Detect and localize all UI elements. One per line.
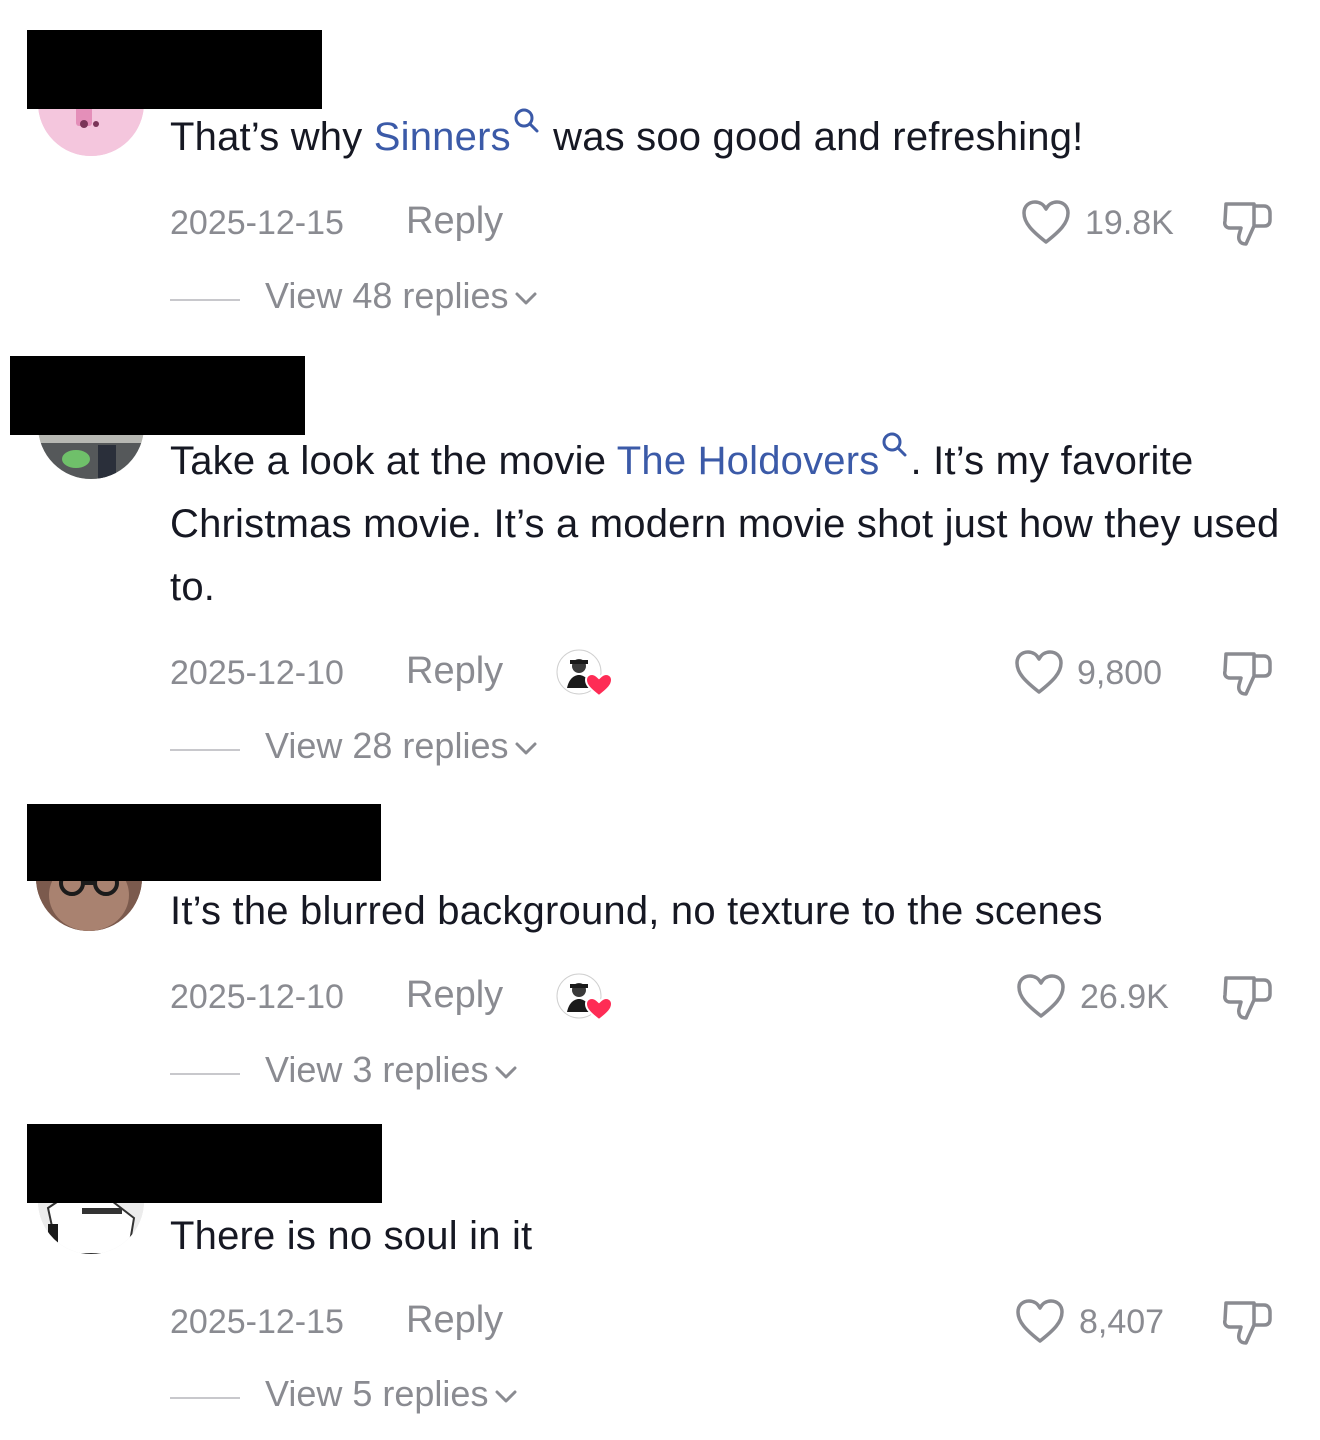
like-count: 26.9K — [1080, 978, 1169, 1016]
comment-text: It’s the blurred background, no texture … — [170, 880, 1295, 943]
view-replies-button[interactable]: View 5 replies — [265, 1373, 518, 1415]
comment-meta: 2025-12-10 Reply 9,800 — [170, 648, 1280, 698]
comment-text-before: There is no soul in it — [170, 1214, 533, 1258]
view-replies[interactable]: View 5 replies — [170, 1373, 770, 1421]
view-replies[interactable]: View 28 replies — [170, 725, 770, 773]
view-replies-label[interactable]: View 3 replies — [265, 1049, 488, 1090]
heart-outline-icon[interactable] — [1014, 1297, 1066, 1345]
reply-button[interactable]: Reply — [406, 974, 503, 1017]
comment-text: Take a look at the movie The Holdovers. … — [170, 430, 1295, 619]
comment-text-after: was soo good and refreshing! — [541, 115, 1084, 159]
comment-date: 2025-12-10 — [170, 654, 344, 692]
heart-outline-icon[interactable] — [1013, 648, 1065, 696]
view-replies-button[interactable]: View 3 replies — [265, 1049, 518, 1091]
reply-button[interactable]: Reply — [406, 650, 503, 693]
like-count: 9,800 — [1077, 654, 1163, 692]
thumbs-down-outline-icon[interactable] — [1220, 1297, 1274, 1349]
link-label[interactable]: The Holdovers — [617, 439, 880, 483]
comment-meta: 2025-12-10 Reply 26.9K — [170, 972, 1280, 1022]
redacted-username — [27, 30, 322, 109]
thumbs-down-outline-icon[interactable] — [1220, 972, 1274, 1024]
comment-text-before: Take a look at the movie — [170, 439, 617, 483]
heart-outline-icon[interactable] — [1020, 198, 1072, 246]
like-count: 19.8K — [1085, 204, 1174, 242]
view-replies-button[interactable]: View 28 replies — [265, 725, 538, 767]
creator-liked-avatar-icon — [556, 649, 614, 698]
comment-text-before: It’s the blurred background, no texture … — [170, 889, 1103, 933]
comment-text-before: That’s why — [170, 115, 374, 159]
comment-item: It’s the blurred background, no texture … — [0, 800, 1320, 1120]
comment-item: Take a look at the movie The Holdovers. … — [0, 340, 1320, 800]
heart-outline-icon[interactable] — [1015, 972, 1067, 1020]
redacted-username — [27, 1124, 382, 1203]
chevron-down-icon — [515, 292, 537, 305]
replies-divider — [170, 749, 240, 751]
replies-divider — [170, 299, 240, 301]
thumbs-down-outline-icon[interactable] — [1220, 198, 1274, 250]
view-replies-button[interactable]: View 48 replies — [265, 275, 538, 317]
view-replies-label[interactable]: View 28 replies — [265, 725, 508, 766]
comment-date: 2025-12-10 — [170, 978, 344, 1016]
replies-divider — [170, 1397, 240, 1399]
comment-meta: 2025-12-15 Reply 8,407 — [170, 1297, 1280, 1345]
comment-search-link[interactable]: Sinners — [374, 108, 542, 159]
view-replies-label[interactable]: View 48 replies — [265, 275, 508, 316]
replies-divider — [170, 1073, 240, 1075]
comment-search-link[interactable]: The Holdovers — [617, 432, 911, 483]
comment-text: That’s why Sinners was soo good and refr… — [170, 106, 1295, 169]
view-replies[interactable]: View 48 replies — [170, 275, 770, 323]
redacted-username — [27, 804, 381, 881]
comment-item: That’s why Sinners was soo good and refr… — [0, 0, 1320, 340]
view-replies-label[interactable]: View 5 replies — [265, 1373, 488, 1414]
chevron-down-icon — [515, 742, 537, 755]
chevron-down-icon — [495, 1066, 517, 1079]
reply-button[interactable]: Reply — [406, 200, 503, 243]
redacted-username — [10, 356, 305, 435]
like-count: 8,407 — [1079, 1303, 1165, 1341]
comment-item: There is no soul in it 2025-12-15 Reply … — [0, 1120, 1320, 1440]
search-icon — [882, 432, 907, 457]
creator-liked-avatar-icon — [556, 973, 614, 1022]
comment-date: 2025-12-15 — [170, 1303, 344, 1341]
thumbs-down-outline-icon[interactable] — [1220, 648, 1274, 700]
comment-meta: 2025-12-15 Reply 19.8K — [170, 198, 1280, 246]
reply-button[interactable]: Reply — [406, 1299, 503, 1342]
search-icon — [514, 108, 539, 133]
comment-date: 2025-12-15 — [170, 204, 344, 242]
comment-text: There is no soul in it — [170, 1205, 1295, 1268]
view-replies[interactable]: View 3 replies — [170, 1049, 770, 1097]
chevron-down-icon — [495, 1390, 517, 1403]
link-label[interactable]: Sinners — [374, 115, 511, 159]
